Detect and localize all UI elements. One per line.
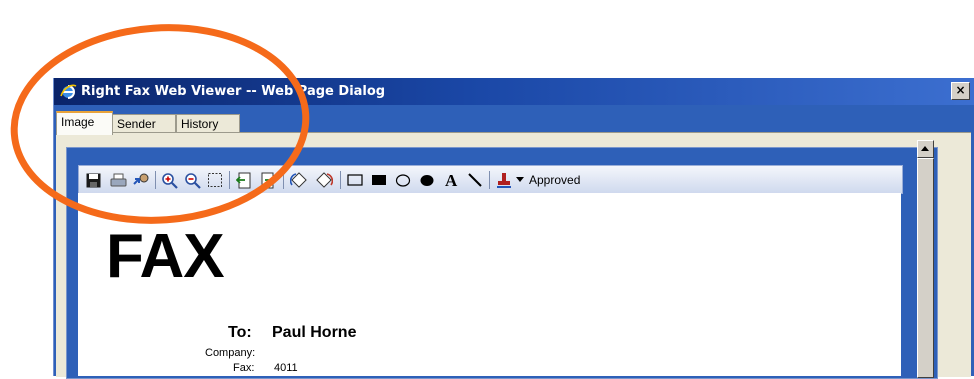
tab-image[interactable]: Image (56, 111, 113, 135)
title-bar[interactable]: Right Fax Web Viewer -- Web Page Dialog … (54, 78, 974, 105)
text-icon[interactable]: A (442, 171, 460, 189)
zoom-out-icon[interactable] (183, 171, 201, 189)
close-icon: × (955, 83, 966, 97)
ellipse-icon[interactable] (394, 171, 412, 189)
rectangle-icon[interactable] (346, 171, 364, 189)
rotate-left-icon[interactable] (290, 171, 308, 189)
annotate-icon[interactable] (132, 171, 150, 189)
filled-rectangle-icon[interactable] (370, 171, 388, 189)
prev-page-icon[interactable] (235, 171, 253, 189)
company-label: Company: (205, 347, 256, 359)
viewer-toolbar: A Approved (78, 165, 903, 194)
print-icon[interactable] (109, 171, 127, 189)
dropdown-arrow-icon[interactable] (515, 171, 525, 189)
zoom-in-icon[interactable] (160, 171, 178, 189)
window-title: Right Fax Web Viewer -- Web Page Dialog (81, 84, 386, 99)
fax-label: Fax: (233, 362, 255, 374)
to-label: To: (228, 324, 252, 341)
scroll-up-button[interactable] (917, 140, 934, 158)
filled-ellipse-icon[interactable] (418, 171, 436, 189)
fit-page-icon[interactable] (206, 171, 224, 189)
svg-text:A: A (445, 172, 458, 188)
next-page-icon[interactable] (259, 171, 277, 189)
ie-icon (60, 84, 77, 99)
vertical-scrollbar[interactable] (917, 140, 934, 378)
tab-history[interactable]: History (176, 114, 240, 133)
close-button[interactable]: × (951, 82, 970, 100)
scroll-thumb[interactable] (917, 158, 934, 378)
rotate-right-icon[interactable] (315, 171, 333, 189)
line-icon[interactable] (466, 171, 484, 189)
fax-number: 4011 (274, 362, 298, 374)
to-value: Paul Horne (272, 324, 357, 341)
tab-sender[interactable]: Sender (112, 114, 176, 133)
save-icon[interactable] (84, 171, 102, 189)
fax-page: FAX To: Paul Horne Company: Fax: 4011 (78, 193, 901, 376)
fax-heading: FAX (106, 222, 225, 291)
stamp-icon[interactable] (495, 171, 513, 189)
stamp-selection[interactable]: Approved (529, 173, 580, 187)
